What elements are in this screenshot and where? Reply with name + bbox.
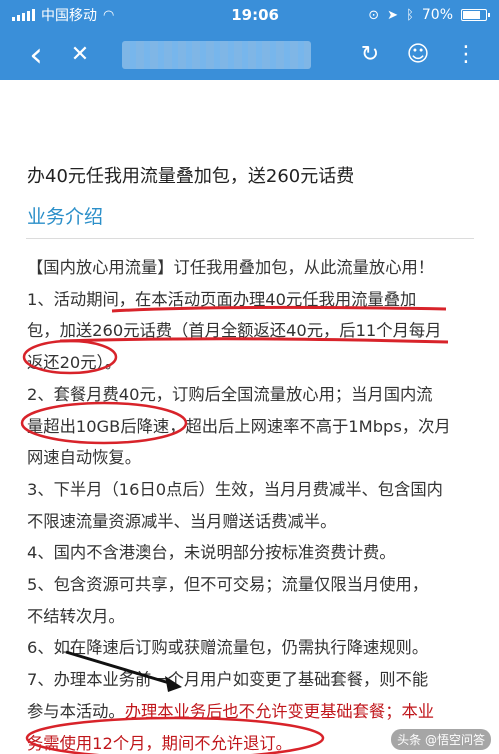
desc-red-segment: 务需使用12个月，期间不允许退订。 <box>27 733 292 753</box>
chat-icon[interactable]: ☺ <box>399 44 437 66</box>
section-title: 业务介绍 <box>27 206 104 228</box>
section-divider <box>26 238 474 239</box>
desc-line: 返还20元）。 <box>27 353 121 373</box>
offer-title: 办40元任我用流量叠加包，送260元话费 <box>27 166 355 187</box>
desc-line: 网速自动恢复。 <box>27 448 141 468</box>
wifi-icon: ◠ <box>103 7 115 23</box>
battery-percent: 70% <box>421 7 453 23</box>
desc-line: 6、如在降速后订购或获赠流量包，仍需执行降速规则。 <box>27 638 429 658</box>
back-icon[interactable]: ‹ <box>14 38 58 72</box>
status-right: ⊙ ➤ ᛒ 70% <box>368 7 490 23</box>
more-icon[interactable]: ⋮ <box>447 44 485 66</box>
battery-icon <box>461 9 490 21</box>
desc-line: 参与本活动。办理本业务后也不允许变更基础套餐；本业 <box>27 696 477 728</box>
desc-line: 2、套餐月费40元，订购后全国流量放心用；当月国内流 <box>27 384 433 404</box>
desc-line: 【国内放心用流量】订任我用叠加包，从此流量放心用！ <box>27 258 435 277</box>
web-content: 办40元任我用流量叠加包，送260元话费 业务介绍 【国内放心用流量】订任我用叠… <box>0 80 499 754</box>
desc-red-segment: 办理本业务后也不允许变更基础套餐；本业 <box>124 701 435 721</box>
signal-icon <box>12 9 35 21</box>
desc-line: 量超出10GB后降速，超出后上网速率不高于1Mbps，次月 <box>27 416 451 436</box>
desc-line: 3、下半月（16日0点后）生效，当月月费减半、包含国内 <box>27 479 443 499</box>
nav-bar: ‹ ✕ ↻ ☺ ⋮ <box>0 30 499 80</box>
desc-line: 5、包含资源可共享，但不可交易；流量仅限当月使用， <box>27 575 429 595</box>
desc-line: 4、国内不含港澳台，未说明部分按标准资费计费。 <box>27 543 396 563</box>
desc-black-segment: 参与本活动。 <box>27 701 125 721</box>
desc-line: 不限速流量资源减半、当月赠送话费减半。 <box>27 511 337 531</box>
business-description: 【国内放心用流量】订任我用叠加包，从此流量放心用！ 1、活动期间，在本活动页面办… <box>27 252 477 754</box>
desc-line: 7、办理本业务前一个月用户如变更了基础套餐，则不能 <box>27 670 429 690</box>
nav-actions: ↻ ☺ ⋮ <box>351 44 485 66</box>
desc-line: 1、活动期间，在本活动页面办理40元任我用流量叠加 <box>27 289 417 309</box>
carrier-label: 中国移动 <box>41 8 97 24</box>
status-left: 中国移动 ◠ <box>12 5 182 25</box>
bluetooth-icon: ᛒ <box>406 7 414 23</box>
desc-line: 不结转次月。 <box>27 606 125 626</box>
watermark: 头条 @悟空问答 <box>391 729 491 750</box>
desc-line: 包，加送260元话费（首月全额返还40元，后11个月每月 <box>27 321 442 341</box>
refresh-icon[interactable]: ↻ <box>351 44 389 66</box>
lock-rotation-icon: ⊙ <box>368 7 380 23</box>
close-icon[interactable]: ✕ <box>58 44 102 66</box>
location-icon: ➤ <box>387 7 399 23</box>
page-title-blurred <box>122 41 311 69</box>
status-time: 19:06 <box>231 6 279 24</box>
status-bar: 中国移动 ◠ 19:06 ⊙ ➤ ᛒ 70% <box>0 0 499 30</box>
